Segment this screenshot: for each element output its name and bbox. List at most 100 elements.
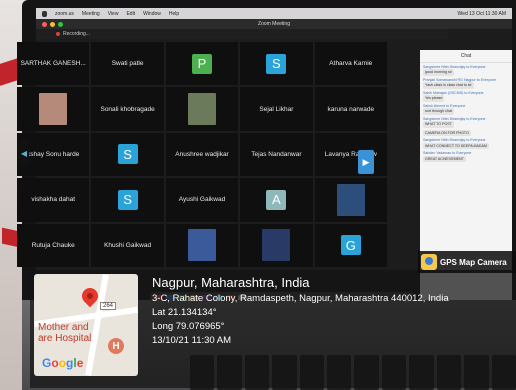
prev-page-button[interactable]: ◀	[19, 140, 29, 166]
menu-item[interactable]: Meeting	[82, 11, 100, 17]
participant-tile[interactable]: vishakha dahat	[17, 178, 90, 222]
location-city: Nagpur, Maharashtra, India	[152, 275, 310, 290]
chat-text: WHAT TO POST	[423, 121, 454, 128]
participant-name: Sonali khobragade	[100, 105, 155, 113]
participant-name: Anushree wadjikar	[175, 150, 229, 158]
gps-camera-badge: GPS Map Camera	[418, 251, 516, 273]
participant-name: Sejal Likhar	[259, 105, 294, 113]
google-logo-letter: o	[51, 356, 59, 370]
road-tag: 264	[100, 302, 117, 310]
participant-name: Rutuja Chauke	[31, 241, 75, 249]
participant-tile[interactable]	[314, 178, 387, 222]
participant-name: karuna narwade	[327, 105, 375, 113]
chat-message: Pranjali Somawanshi RG Nagpur to Everyon…	[423, 78, 509, 89]
window-titlebar: Zoom Meeting	[36, 19, 512, 29]
participant-tile[interactable]: Swati patle	[91, 42, 164, 86]
apple-icon[interactable]	[42, 10, 47, 17]
chat-text: sort through chat	[423, 108, 454, 115]
participant-name: Tejas Nandanwar	[251, 150, 302, 158]
google-logo: Google	[42, 356, 83, 370]
menu-item[interactable]: zoom.us	[55, 11, 74, 17]
chat-messages: Sangshree Nitin Dhanvijay to Everyone goo…	[420, 65, 512, 163]
recording-icon	[56, 32, 60, 36]
map-thumbnail: 264 Mother and are Hospital H Google	[34, 274, 138, 376]
participant-name: Khushi Gaikwad	[104, 241, 152, 249]
participant-tile[interactable]: S	[91, 132, 164, 177]
participant-tile[interactable]: Sonali khobragade	[91, 87, 164, 131]
gps-camera-icon	[421, 254, 437, 270]
recording-label: Recording...	[63, 31, 90, 37]
participant-name: Atharva Karnie	[329, 60, 373, 68]
participant-tile[interactable]: SARTHAK GANESH...	[17, 42, 90, 86]
location-lat: Lat 21.134134°	[152, 307, 217, 318]
participant-tile[interactable]	[240, 223, 313, 267]
chat-message: Saksh Ahmed to Everyone sort through chat	[423, 104, 509, 115]
window-title: Zoom Meeting	[258, 21, 290, 27]
participant-tile[interactable]: karuna narwade	[314, 87, 387, 131]
google-logo-letter: o	[58, 356, 67, 370]
chat-text: good morning sir	[423, 69, 454, 76]
google-logo-letter: e	[76, 356, 84, 370]
participant-photo	[39, 93, 68, 126]
participant-tile[interactable]	[17, 87, 90, 131]
hospital-icon: H	[108, 338, 124, 354]
participant-tile[interactable]: Anushree wadjikar	[165, 132, 239, 177]
participant-tile[interactable]: G	[314, 223, 387, 267]
menubar-clock: Wed 13 Oct 11:30 AM	[457, 10, 506, 17]
chat-header: Chat	[420, 50, 512, 63]
chat-message: Sangshree Nitin Dhanvijay to Everyone goo…	[423, 65, 509, 76]
participant-photo	[187, 93, 216, 126]
participant-avatar: P	[191, 53, 212, 74]
location-info: Nagpur, Maharashtra, India 3-C, Rahate C…	[152, 275, 449, 346]
chat-message: Sakhi Mahajan (GSCMS) to Everyone Yes ple…	[423, 91, 509, 102]
participant-tile[interactable]: Ayushi Gaikwad	[165, 178, 239, 222]
menu-item[interactable]: Window	[143, 11, 161, 17]
participant-tile[interactable]: P	[165, 42, 239, 86]
chat-text: CAMERA ON FOR PHOTO	[423, 129, 471, 137]
participant-photo	[262, 229, 291, 262]
recording-bar: Recording...	[36, 29, 448, 39]
chat-message: Sahdev Yadavrao to Everyone GREAT ACHIEVE…	[423, 151, 509, 163]
map-place-line: are Hospital	[38, 333, 92, 344]
participant-name: SARTHAK GANESH...	[20, 60, 86, 68]
participant-photo	[336, 183, 365, 216]
google-logo-letter: G	[42, 356, 52, 370]
location-long: Long 79.076965°	[152, 321, 225, 332]
participant-photo	[187, 229, 216, 262]
menu-bar: zoom.us Meeting View Edit Window Help We…	[36, 8, 512, 19]
chat-message: Sangshree Nitin Dhanvijay to Everyone WHA…	[423, 117, 509, 128]
chat-text: Yash class in class chat to sir	[423, 82, 474, 89]
participant-tile[interactable]: S	[240, 42, 313, 86]
participant-tile[interactable]: Lavanya Rapartiw	[314, 132, 387, 177]
map-place-line: Mother and	[38, 322, 89, 333]
gps-camera-label: GPS Map Camera	[440, 257, 507, 267]
participant-tile[interactable]: Atharva Karnie	[314, 42, 387, 86]
menu-item[interactable]: View	[108, 11, 119, 17]
map-place-label: Mother and are Hospital	[38, 322, 91, 344]
participant-avatar: G	[340, 235, 361, 256]
participant-tile[interactable]: Khushi Gaikwad	[91, 223, 164, 267]
participant-name: vishakha dahat	[31, 196, 76, 204]
participant-avatar: S	[117, 189, 138, 210]
participant-name: Swati patle	[111, 60, 144, 68]
chat-text: GREAT ACHIEVEMENT	[423, 155, 466, 163]
participant-tile[interactable]	[165, 223, 239, 267]
participant-avatar: S	[117, 144, 138, 165]
menu-item[interactable]: Help	[169, 11, 179, 17]
chat-message: Sangshree Nitin Dhanvijay to Everyone WHA…	[423, 138, 509, 150]
participant-tile[interactable]: A	[240, 178, 313, 222]
chat-text: WHAT CONNECT TO DEEPA MADAM	[423, 142, 489, 150]
next-page-button[interactable]: ▶	[358, 150, 374, 174]
participant-tile[interactable]: Rutuja Chauke	[17, 223, 90, 267]
participant-name: Ayushi Gaikwad	[178, 196, 226, 204]
location-address: 3-C, Rahate Colony, Ramdaspeth, Nagpur, …	[152, 293, 449, 304]
participant-tile[interactable]	[165, 87, 239, 131]
menu-item[interactable]: Edit	[126, 11, 135, 17]
participant-tile[interactable]: Tejas Nandanwar	[240, 132, 313, 177]
chat-text: Yes please	[423, 95, 445, 102]
location-datetime: 13/10/21 11:30 AM	[152, 335, 232, 346]
participant-tile[interactable]: Sejal Likhar	[240, 87, 313, 131]
participant-tile[interactable]: S	[91, 178, 164, 222]
participant-avatar: A	[266, 189, 287, 210]
participant-grid: SARTHAK GANESH... Swati patle P S Atharva Ka…	[17, 42, 387, 267]
